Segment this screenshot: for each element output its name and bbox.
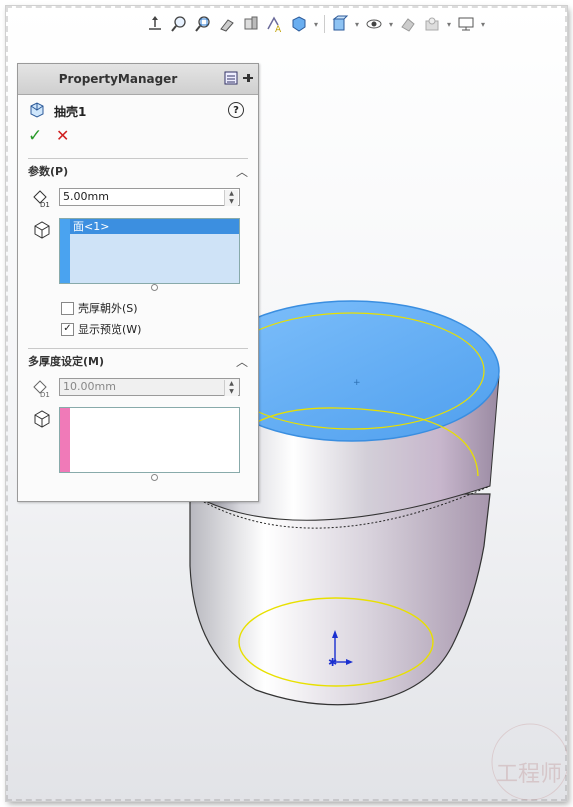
thickness-value: 5.00mm [63,190,109,203]
multi-thickness-value: 10.00mm [63,380,116,393]
center-mark: + [353,378,361,388]
collapse-chevron-icon[interactable]: ︿ [236,353,248,370]
multi-faces-list-body[interactable] [70,408,239,472]
face-selection-icon [32,409,52,429]
faces-list-body[interactable]: 面<1> [70,219,239,283]
multi-thickness-input[interactable]: 10.00mm ▲ ▼ [59,378,240,396]
multi-thickness-faces-list[interactable] [59,407,240,473]
display-style-icon[interactable] [329,13,351,35]
thickness-dimension-icon: D1 [30,378,52,399]
faces-to-remove-list[interactable]: 面<1> [59,218,240,284]
svg-text:D1: D1 [40,201,50,208]
hide-show-icon[interactable] [363,13,385,35]
show-preview-label: 显示预览(W) [78,323,142,336]
face-list-item[interactable]: 面<1> [70,219,239,234]
property-manager-header: PropertyManager [18,64,258,95]
multi-thickness-section-header[interactable]: 多厚度设定(M) ︿ [28,348,248,369]
graphics-area[interactable]: + ✱ 工程师 A ▾ ▾ ▾ ▾ ▾ PropertyManager 抽壳1 … [6,6,567,801]
shell-feature-icon [28,101,46,122]
face-selection-icon [32,220,52,240]
svg-text:工程师: 工程师 [496,762,562,787]
parameters-section-header[interactable]: 参数(P) ︿ [28,158,248,179]
thickness-spinner[interactable]: ▲ ▼ [224,190,238,206]
selection-color-strip [60,408,70,472]
watermark-logo: 工程师 [491,723,567,801]
resize-grip[interactable] [151,284,158,291]
apply-scene-caret[interactable]: ▾ [445,13,453,35]
pin-icon[interactable] [242,71,254,88]
display-style-caret[interactable]: ▾ [353,13,361,35]
shell-outward-label: 壳厚朝外(S) [78,302,138,315]
feature-row: 抽壳1 ? [28,101,248,121]
svg-text:✱: ✱ [328,656,337,669]
thickness-dimension-icon: D1 [30,188,52,209]
view-settings-caret[interactable]: ▾ [312,13,320,35]
resize-grip[interactable] [151,474,158,481]
thickness-input[interactable]: 5.00mm ▲ ▼ [59,188,240,206]
edit-appearance-icon[interactable] [397,13,419,35]
hud-divider [324,15,325,33]
heads-up-view-toolbar: A ▾ ▾ ▾ ▾ ▾ [144,12,487,36]
selection-color-strip [60,219,70,283]
hide-show-caret[interactable]: ▾ [387,13,395,35]
multi-thickness-spinner[interactable]: ▲ ▼ [224,380,238,396]
ok-button[interactable]: ✓ [28,127,46,145]
details-icon[interactable] [224,71,238,88]
property-manager-panel: PropertyManager 抽壳1 ? ✓ ✕ 参数(P) ︿ D1 5.0… [17,63,259,502]
thickness-row: D1 5.00mm ▲ ▼ [28,188,240,209]
cancel-button[interactable]: ✕ [56,127,74,145]
show-preview-checkbox[interactable]: ✓ [61,322,74,336]
multi-thickness-faces-row [28,407,240,473]
parameters-section-label: 参数(P) [28,165,69,178]
svg-text:A: A [275,25,282,33]
dynamic-annotation-icon[interactable]: A [264,13,286,35]
multi-thickness-row: D1 10.00mm ▲ ▼ [28,378,240,399]
shell-outward-checkbox[interactable] [61,301,74,315]
shell-outward-checkbox-row[interactable]: 壳厚朝外(S) [61,300,138,316]
apply-scene-icon[interactable] [421,13,443,35]
view-settings-icon[interactable] [288,13,310,35]
view-orientation-icon[interactable] [144,13,166,35]
collapse-chevron-icon[interactable]: ︿ [236,163,248,180]
zoom-to-fit-icon[interactable] [168,13,190,35]
panel-controls [224,71,254,88]
display-icon[interactable] [455,13,477,35]
cup-lower-body [189,493,491,706]
previous-view-icon[interactable] [216,13,238,35]
show-preview-checkbox-row[interactable]: ✓ 显示预览(W) [61,321,141,337]
help-icon[interactable]: ? [228,102,244,118]
svg-text:D1: D1 [40,391,50,398]
property-manager-title: PropertyManager [58,72,178,86]
zoom-area-icon[interactable] [192,13,214,35]
section-view-icon[interactable] [240,13,262,35]
display-caret[interactable]: ▾ [479,13,487,35]
multi-thickness-section-label: 多厚度设定(M) [28,355,105,368]
faces-to-remove-row: 面<1> [28,218,240,284]
feature-name: 抽壳1 [54,104,87,119]
